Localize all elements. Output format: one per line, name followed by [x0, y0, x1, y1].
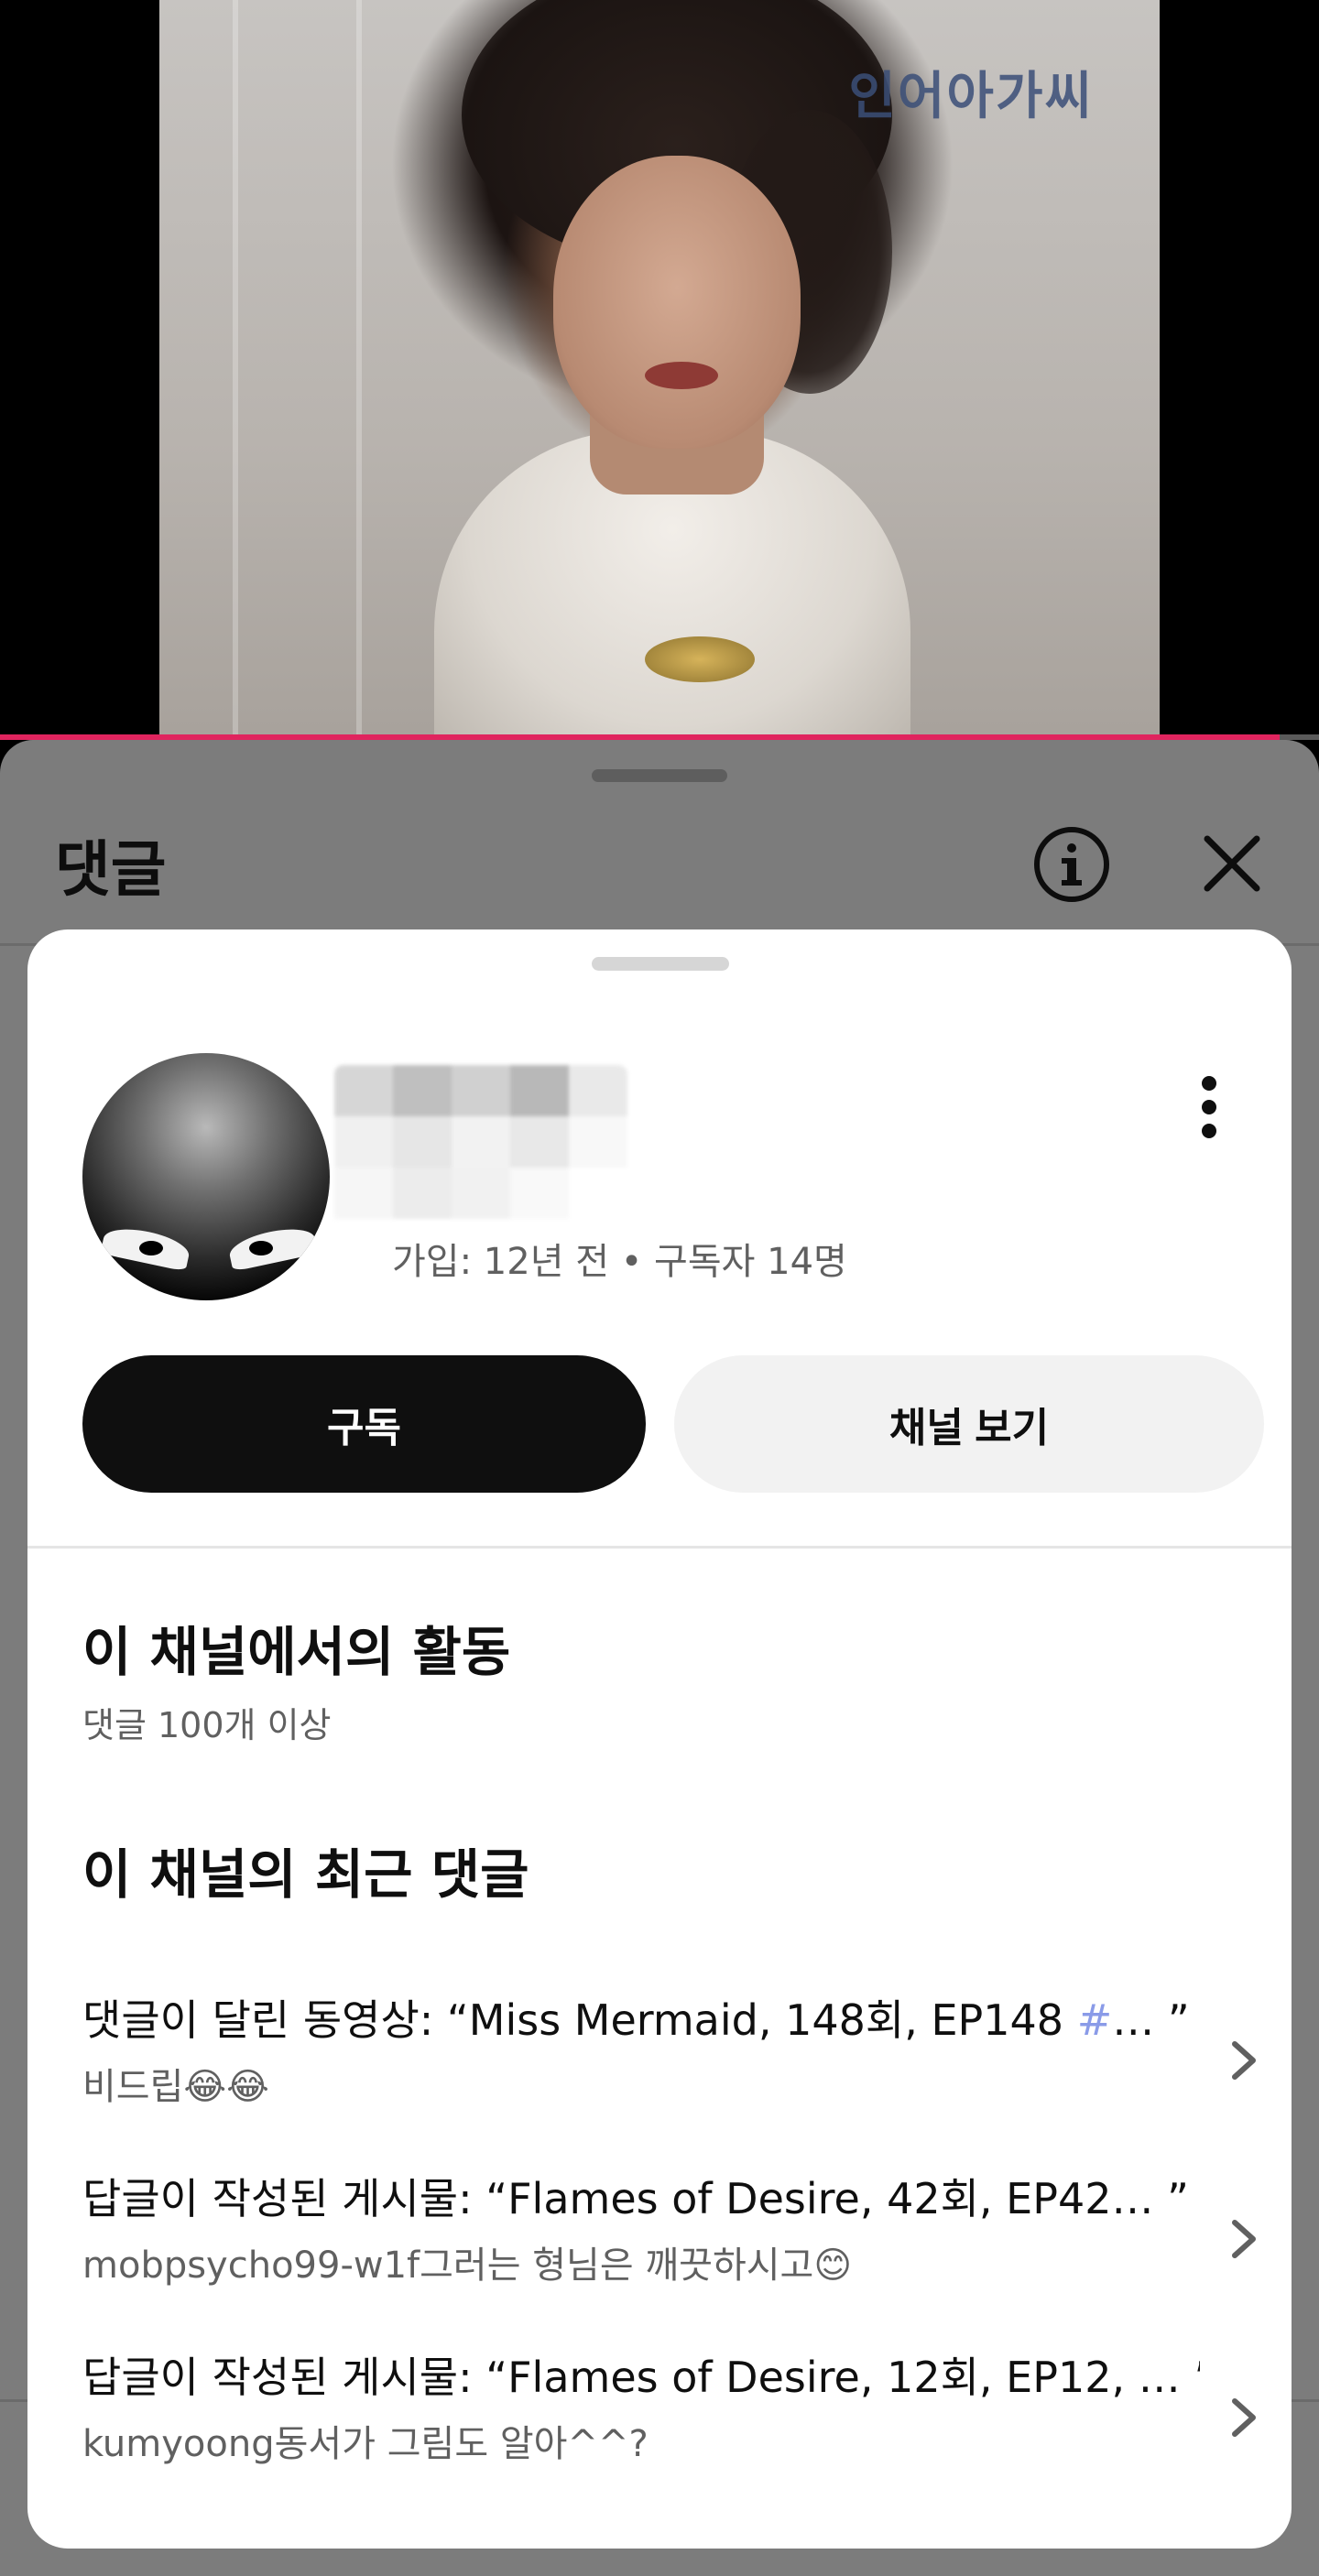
avatar-pupil [249, 1241, 273, 1255]
recent-comment-context: 댓글이 달린 동영상: “Miss Mermaid, 148회, EP148 #… [82, 1987, 1200, 2048]
recent-comment-context-text: … ” [1112, 1995, 1190, 2045]
hashtag-link[interactable]: # [1077, 1995, 1113, 2045]
channel-card: 가입: 12년 전 • 구독자 14명 구독 채널 보기 이 채널에서의 활동 … [27, 929, 1292, 2549]
video-scene-face [553, 156, 801, 449]
subscribe-button[interactable]: 구독 [82, 1355, 646, 1493]
more-vert-dot [1202, 1100, 1216, 1114]
view-channel-button[interactable]: 채널 보기 [674, 1355, 1264, 1493]
avatar-pupil [139, 1241, 163, 1255]
comments-sheet-handle[interactable] [592, 769, 727, 782]
chevron-right-icon[interactable] [1224, 2390, 1264, 2445]
channel-card-handle[interactable] [592, 957, 729, 971]
video-frame[interactable]: 인어아가씨 [159, 0, 1160, 734]
background-panel-line [356, 0, 362, 734]
recent-comment-context: 답글이 작성된 게시물: “Flames of Desire, 42회, EP4… [82, 2166, 1200, 2226]
activity-title: 이 채널에서의 활동 [82, 1621, 511, 1683]
chevron-right-icon[interactable] [1224, 2212, 1264, 2266]
channel-meta: 가입: 12년 전 • 구독자 14명 [392, 1241, 847, 1283]
recent-comment-context-text: 답글이 작성된 게시물: “Flames of Desire, 42회, EP4… [82, 2174, 1189, 2223]
recent-comment-item[interactable]: 답글이 작성된 게시물: “Flames of Desire, 12회, EP1… [82, 2344, 1264, 2491]
video-player[interactable]: 인어아가씨 [0, 0, 1319, 740]
recent-comment-item[interactable]: 댓글이 달린 동영상: “Miss Mermaid, 148회, EP148 #… [82, 1987, 1264, 2134]
more-vert-icon[interactable] [1191, 1076, 1227, 1149]
chevron-right-icon[interactable] [1224, 2033, 1264, 2088]
more-vert-dot [1202, 1124, 1216, 1138]
video-watermark: 인어아가씨 [848, 67, 1094, 126]
video-scene-necklace [645, 636, 755, 682]
avatar[interactable] [82, 1053, 330, 1300]
info-icon[interactable] [1033, 826, 1110, 903]
more-vert-dot [1202, 1076, 1216, 1091]
recent-comment-context-text: 댓글이 달린 동영상: “Miss Mermaid, 148회, EP148 [82, 1995, 1077, 2045]
recent-comment-text: kumyoong동서가 그림도 알아^^? [82, 2423, 649, 2465]
activity-count: 댓글 100개 이상 [82, 1705, 332, 1745]
recent-comments-title: 이 채널의 최근 댓글 [82, 1843, 529, 1906]
video-scene-lips [645, 362, 718, 389]
card-divider [27, 1546, 1292, 1549]
recent-comment-text: mobpsycho99-w1f그러는 형님은 깨끗하시고😊 [82, 2244, 853, 2287]
recent-comment-context-text: 답글이 작성된 게시물: “Flames of Desire, 12회, EP1… [82, 2353, 1200, 2402]
channel-name-redacted [334, 1116, 627, 1168]
recent-comment-text: 비드립😂😂 [82, 2066, 269, 2108]
close-icon[interactable] [1200, 831, 1264, 896]
recent-comment-item[interactable]: 답글이 작성된 게시물: “Flames of Desire, 42회, EP4… [82, 2166, 1264, 2312]
comments-title: 댓글 [55, 834, 167, 905]
recent-comment-context: 답글이 작성된 게시물: “Flames of Desire, 12회, EP1… [82, 2344, 1200, 2405]
channel-name-redacted [334, 1065, 627, 1219]
background-panel-line [233, 0, 238, 734]
channel-name-redacted [334, 1168, 627, 1219]
